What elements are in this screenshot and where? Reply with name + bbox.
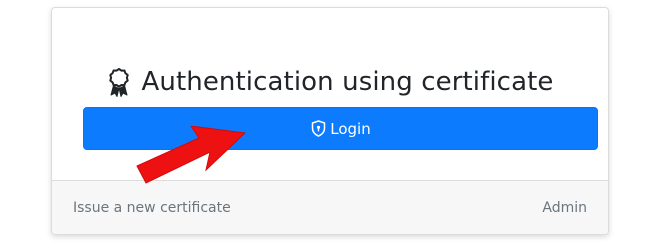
issue-certificate-link[interactable]: Issue a new certificate: [73, 200, 231, 216]
red-arrow-annotation: [136, 126, 247, 184]
auth-card: Authentication using certificate Login I…: [51, 7, 609, 235]
card-title-text: Authentication using certificate: [141, 67, 554, 97]
shield-lock-icon: [310, 120, 326, 138]
login-button-label: Login: [330, 119, 371, 138]
card-title: Authentication using certificate: [52, 62, 608, 102]
page: Authentication using certificate Login I…: [0, 0, 665, 246]
admin-link[interactable]: Admin: [542, 200, 587, 216]
certificate-award-icon: [106, 66, 132, 98]
